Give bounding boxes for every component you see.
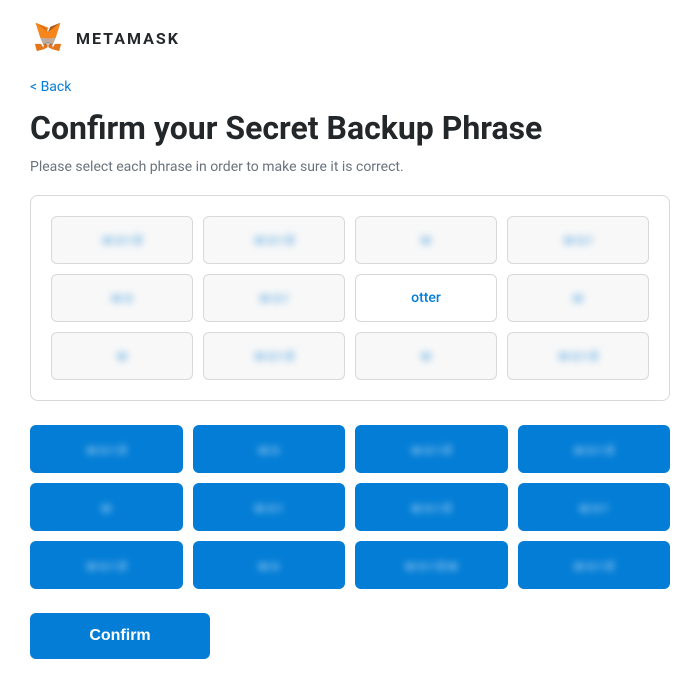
phrase-slot[interactable]: w (355, 332, 497, 380)
header: METAMASK (30, 20, 670, 56)
word-bank-btn[interactable]: w o (193, 425, 346, 473)
phrase-slot[interactable]: w o r d (203, 216, 345, 264)
phrase-slot[interactable]: w (355, 216, 497, 264)
phrase-slot[interactable]: w o r d (203, 332, 345, 380)
phrase-slot-otter[interactable]: otter (355, 274, 497, 322)
confirm-button[interactable]: Confirm (30, 613, 210, 659)
phrase-slot[interactable]: w o r (203, 274, 345, 322)
word-bank-btn[interactable]: w o r d (30, 541, 183, 589)
word-bank: w o r d w o w o r d w o r d w w o r w o … (30, 425, 670, 589)
phrase-slot[interactable]: w (507, 274, 649, 322)
word-bank-btn[interactable]: w o r d w (355, 541, 508, 589)
phrase-slot[interactable]: w o (51, 274, 193, 322)
word-bank-btn[interactable]: w o r d (355, 425, 508, 473)
metamask-logo-icon (30, 20, 66, 56)
logo-text: METAMASK (76, 29, 180, 48)
phrase-slot-grid: w o r d w o r d w w o r w o w o r otter … (51, 216, 649, 380)
phrase-slot[interactable]: w o r (507, 216, 649, 264)
page-subtitle: Please select each phrase in order to ma… (30, 159, 670, 175)
phrase-drop-zone: w o r d w o r d w w o r w o w o r otter … (30, 195, 670, 401)
word-bank-btn[interactable]: w (30, 483, 183, 531)
word-bank-btn[interactable]: w o r d (355, 483, 508, 531)
phrase-slot[interactable]: w (51, 332, 193, 380)
word-bank-btn[interactable]: w o (193, 541, 346, 589)
word-bank-btn[interactable]: w o r d (518, 425, 671, 473)
back-link[interactable]: < Back (30, 79, 71, 95)
page-title: Confirm your Secret Backup Phrase (30, 109, 670, 147)
word-bank-btn[interactable]: w o r d (30, 425, 183, 473)
word-bank-btn[interactable]: w o r (193, 483, 346, 531)
word-bank-btn[interactable]: w o r (518, 483, 671, 531)
phrase-slot[interactable]: w o r d (51, 216, 193, 264)
phrase-slot[interactable]: w o r d (507, 332, 649, 380)
word-bank-btn[interactable]: w o r d (518, 541, 671, 589)
